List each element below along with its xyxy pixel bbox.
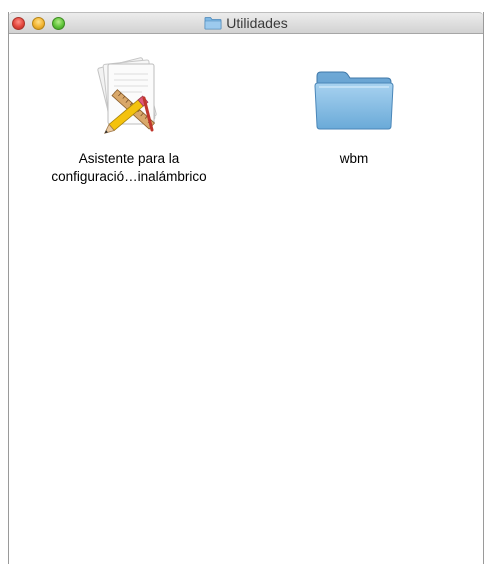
file-browser-area[interactable]: Asistente para la configuració…inalámbri…	[9, 34, 483, 564]
file-item-wbm-folder[interactable]: wbm	[244, 54, 464, 168]
file-item-label: Asistente para la configuració…inalámbri…	[19, 150, 239, 186]
finder-window: Utilidades Asistente para la configuraci…	[8, 12, 484, 564]
folder-icon	[314, 71, 394, 130]
folder-icon	[204, 16, 222, 33]
window-title-group: Utilidades	[9, 15, 483, 33]
file-item-label: wbm	[244, 150, 464, 168]
file-name-line-2: configuració…inalámbrico	[51, 169, 207, 184]
title-bar[interactable]: Utilidades	[9, 12, 483, 34]
app-installer-icon	[97, 57, 157, 134]
file-item-wireless-setup-assistant[interactable]: Asistente para la configuració…inalámbri…	[19, 54, 239, 186]
file-name: wbm	[339, 151, 369, 166]
window-title: Utilidades	[226, 15, 288, 31]
file-name-line-1: Asistente para la	[78, 151, 180, 166]
